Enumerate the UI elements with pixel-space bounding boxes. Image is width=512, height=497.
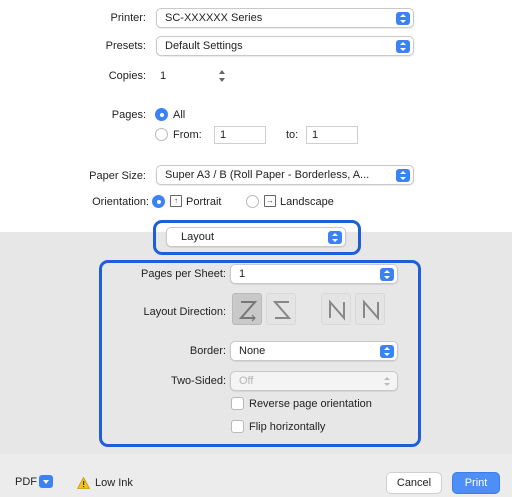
orientation-landscape-label: Landscape [280, 196, 334, 208]
presets-popup[interactable]: Default Settings [156, 36, 414, 56]
layout-direction-reverse-z-button[interactable] [266, 293, 296, 325]
two-sided-value: Off [239, 375, 254, 387]
pages-from-field[interactable]: 1 [214, 126, 266, 144]
layout-direction-n-button[interactable] [355, 293, 385, 325]
pages-per-sheet-value: 1 [239, 268, 246, 280]
pages-from-radio[interactable] [155, 128, 168, 141]
orientation-label: Orientation: [92, 196, 149, 208]
popup-chevron-icon [396, 12, 410, 25]
border-popup[interactable]: None [230, 341, 398, 361]
presets-value: Default Settings [165, 40, 243, 52]
border-value: None [239, 345, 266, 357]
presets-label: Presets: [105, 40, 146, 52]
reverse-orientation-label: Reverse page orientation [249, 398, 372, 410]
n-direction-icon [363, 299, 379, 321]
pdf-label: PDF [15, 476, 37, 488]
border-label: Border: [189, 345, 226, 357]
popup-chevron-icon [380, 268, 394, 281]
flip-horizontally-label: Flip horizontally [249, 421, 326, 433]
paper-size-popup[interactable]: Super A3 / B (Roll Paper - Borderless, A… [156, 165, 414, 185]
printer-label: Printer: [110, 12, 146, 24]
section-popup[interactable]: Layout [166, 227, 346, 247]
reverse-z-direction-icon [272, 301, 292, 319]
pages-label: Pages: [111, 109, 146, 121]
printer-value: SC-XXXXXX Series [165, 12, 263, 24]
layout-direction-label: Layout Direction: [143, 306, 226, 318]
pages-from-value: 1 [220, 129, 227, 141]
landscape-icon: → [264, 195, 276, 207]
chevron-down-icon [39, 475, 53, 488]
paper-size-label: Paper Size: [89, 170, 146, 182]
flip-horizontally-checkbox[interactable] [231, 420, 244, 433]
reverse-n-direction-icon [329, 299, 345, 321]
pages-from-label: From: [173, 129, 202, 141]
orientation-portrait-radio[interactable] [152, 195, 165, 208]
copies-label: Copies: [108, 70, 146, 82]
two-sided-label: Two-Sided: [170, 375, 226, 387]
low-ink-label: Low Ink [95, 477, 133, 489]
popup-chevron-icon [396, 169, 410, 182]
pages-to-field[interactable]: 1 [306, 126, 358, 144]
reverse-orientation-checkbox[interactable] [231, 397, 244, 410]
copies-field[interactable]: 1 [154, 67, 214, 85]
layout-direction-z-button[interactable] [232, 293, 262, 325]
cancel-button[interactable]: Cancel [386, 472, 442, 494]
pages-to-label: to: [286, 129, 299, 141]
pages-all-label: All [173, 109, 186, 121]
orientation-portrait-label: Portrait [186, 196, 222, 208]
warning-icon [77, 477, 90, 489]
copies-value: 1 [160, 70, 167, 82]
popup-chevron-icon [328, 231, 342, 244]
z-direction-icon [238, 301, 258, 322]
orientation-landscape-radio[interactable] [246, 195, 259, 208]
two-sided-popup[interactable]: Off [230, 371, 398, 391]
pages-per-sheet-popup[interactable]: 1 [230, 264, 398, 284]
popup-chevron-icon [380, 375, 394, 388]
portrait-icon: ↑ [170, 195, 182, 207]
printer-popup[interactable]: SC-XXXXXX Series [156, 8, 414, 28]
pages-all-radio[interactable] [155, 108, 168, 121]
pdf-menu-button[interactable]: PDF [15, 474, 61, 492]
popup-chevron-icon [380, 345, 394, 358]
layout-direction-n-reverse-button[interactable] [321, 293, 351, 325]
section-popup-value: Layout [181, 231, 215, 243]
paper-size-value: Super A3 / B (Roll Paper - Borderless, A… [165, 169, 370, 181]
copies-stepper[interactable] [217, 68, 228, 84]
print-button[interactable]: Print [452, 472, 500, 494]
popup-chevron-icon [396, 40, 410, 53]
pages-per-sheet-label: Pages per Sheet: [140, 268, 226, 280]
pages-to-value: 1 [312, 129, 319, 141]
